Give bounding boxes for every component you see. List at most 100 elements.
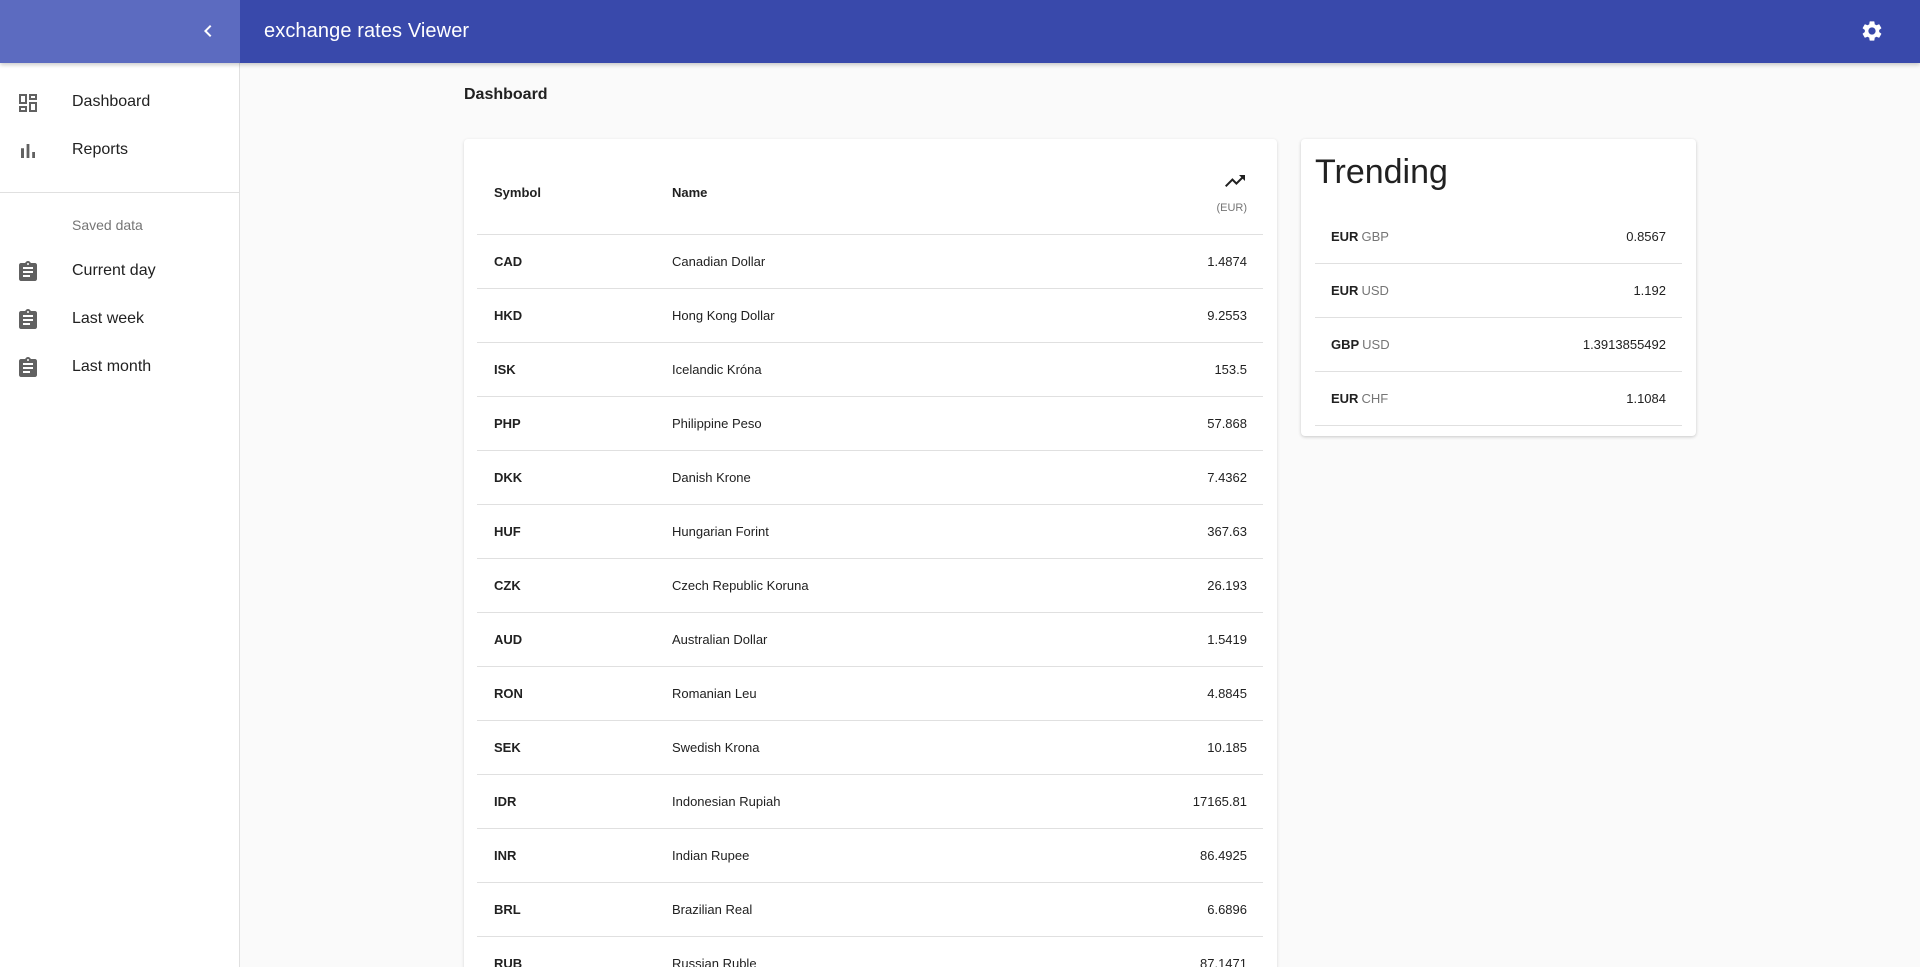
table-row[interactable]: AUD Australian Dollar 1.5419 xyxy=(477,613,1263,667)
cell-name: Hong Kong Dollar xyxy=(672,308,775,323)
page-title: Dashboard xyxy=(464,86,548,103)
trending-pair-row[interactable]: GBP USD 1.3913855492 xyxy=(1315,318,1682,372)
sidebar-item-label: Dashboard xyxy=(72,93,151,110)
cell-rate: 57.868 xyxy=(1207,416,1247,431)
cell-symbol: PHP xyxy=(494,416,521,431)
cell-name: Swedish Krona xyxy=(672,740,760,755)
sidebar-item-label: Current day xyxy=(72,262,156,279)
cell-name: Danish Krone xyxy=(672,470,751,485)
clipboard-icon xyxy=(16,356,40,380)
cell-name: Romanian Leu xyxy=(672,686,757,701)
cell-rate: 153.5 xyxy=(1214,362,1247,377)
table-row[interactable]: DKK Danish Krone 7.4362 xyxy=(477,451,1263,505)
cell-rate: 1.5419 xyxy=(1207,632,1247,647)
column-header-symbol[interactable]: Symbol xyxy=(494,185,541,200)
sidebar-item-last-week[interactable]: Last week xyxy=(0,296,240,344)
cell-name: Australian Dollar xyxy=(672,632,768,647)
dashboard-icon xyxy=(16,91,40,115)
pair-value: 1.1084 xyxy=(1626,391,1666,406)
cell-symbol: HUF xyxy=(494,524,521,539)
sidebar-item-reports[interactable]: Reports xyxy=(0,127,240,175)
pair-base: EUR xyxy=(1331,283,1359,298)
cell-symbol: INR xyxy=(494,848,517,863)
currency-pair: EUR CHF xyxy=(1331,391,1388,406)
cell-rate: 10.185 xyxy=(1207,740,1247,755)
table-row[interactable]: INR Indian Rupee 86.4925 xyxy=(477,829,1263,883)
cell-symbol: ISK xyxy=(494,362,516,377)
table-row[interactable]: CAD Canadian Dollar 1.4874 xyxy=(477,235,1263,289)
cell-rate: 1.4874 xyxy=(1207,254,1247,269)
sidebar-item-current-day[interactable]: Current day xyxy=(0,248,240,296)
sidebar-item-label: Reports xyxy=(72,141,129,158)
table-row[interactable]: CZK Czech Republic Koruna 26.193 xyxy=(477,559,1263,613)
pair-quote: USD xyxy=(1362,337,1390,352)
sidebar-divider xyxy=(0,192,240,193)
pair-quote: CHF xyxy=(1361,391,1389,406)
pair-base: EUR xyxy=(1331,391,1359,406)
table-row[interactable]: ISK Icelandic Króna 153.5 xyxy=(477,343,1263,397)
bar-chart-icon xyxy=(16,139,40,163)
cell-name: Icelandic Króna xyxy=(672,362,762,377)
gear-icon[interactable] xyxy=(1860,19,1884,43)
cell-rate: 87.1471 xyxy=(1200,956,1247,967)
cell-rate: 4.8845 xyxy=(1207,686,1247,701)
table-row[interactable]: HUF Hungarian Forint 367.63 xyxy=(477,505,1263,559)
trending-pair-row[interactable]: EUR GBP 0.8567 xyxy=(1315,210,1682,264)
cell-rate: 6.6896 xyxy=(1207,902,1247,917)
pair-value: 1.192 xyxy=(1633,283,1666,298)
trending-title: Trending xyxy=(1315,153,1448,191)
cell-symbol: RUB xyxy=(494,956,523,967)
cell-rate: 86.4925 xyxy=(1200,848,1247,863)
cell-symbol: HKD xyxy=(494,308,523,323)
cell-name: Czech Republic Koruna xyxy=(672,578,809,593)
cell-symbol: DKK xyxy=(494,470,523,485)
cell-rate: 17165.81 xyxy=(1192,794,1247,809)
table-row[interactable]: BRL Brazilian Real 6.6896 xyxy=(477,883,1263,937)
cell-rate: 26.193 xyxy=(1207,578,1247,593)
pair-value: 1.3913855492 xyxy=(1582,337,1666,352)
cell-symbol: RON xyxy=(494,686,523,701)
trending-pair-row[interactable]: EUR USD 1.192 xyxy=(1315,264,1682,318)
cell-rate: 9.2553 xyxy=(1207,308,1247,323)
cell-name: Brazilian Real xyxy=(672,902,753,917)
clipboard-icon xyxy=(16,260,40,284)
column-header-name[interactable]: Name xyxy=(672,185,707,200)
pair-quote: USD xyxy=(1361,283,1389,298)
currency-pair: GBP USD xyxy=(1331,337,1390,352)
sidebar: Dashboard Reports Saved data Current day… xyxy=(0,63,240,967)
cell-name: Russian Ruble xyxy=(672,956,757,967)
cell-symbol: SEK xyxy=(494,740,521,755)
cell-symbol: AUD xyxy=(494,632,523,647)
cell-symbol: CZK xyxy=(494,578,521,593)
chevron-left-icon[interactable] xyxy=(196,19,220,43)
rates-table-card: Symbol Name (EUR) CAD Canadian Dollar 1.48… xyxy=(464,139,1277,967)
currency-pair: EUR USD xyxy=(1331,283,1389,298)
cell-name: Philippine Peso xyxy=(672,416,762,431)
sidebar-item-label: Last week xyxy=(72,310,145,327)
clipboard-icon xyxy=(16,308,40,332)
trending-pair-row[interactable]: EUR CHF 1.1084 xyxy=(1315,372,1682,426)
rate-currency-label: (EUR) xyxy=(1216,202,1247,214)
cell-symbol: IDR xyxy=(494,794,517,809)
sidebar-item-dashboard[interactable]: Dashboard xyxy=(0,79,240,127)
cell-symbol: BRL xyxy=(494,902,521,917)
table-row[interactable]: HKD Hong Kong Dollar 9.2553 xyxy=(477,289,1263,343)
app-title: exchange rates Viewer xyxy=(264,20,470,42)
table-row[interactable]: SEK Swedish Krona 10.185 xyxy=(477,721,1263,775)
table-header: Symbol Name (EUR) xyxy=(477,139,1263,235)
cell-name: Indian Rupee xyxy=(672,848,750,863)
pair-quote: GBP xyxy=(1361,229,1389,244)
pair-base: EUR xyxy=(1331,229,1359,244)
cell-name: Hungarian Forint xyxy=(672,524,769,539)
trending-card: Trending EUR GBP 0.8567 EUR USD 1.192 GBP USD 1.… xyxy=(1301,139,1696,436)
cell-name: Indonesian Rupiah xyxy=(672,794,781,809)
table-row[interactable]: PHP Philippine Peso 57.868 xyxy=(477,397,1263,451)
appbar-drawer-header xyxy=(0,0,240,63)
table-row[interactable]: IDR Indonesian Rupiah 17165.81 xyxy=(477,775,1263,829)
cell-name: Canadian Dollar xyxy=(672,254,766,269)
table-row[interactable]: RON Romanian Leu 4.8845 xyxy=(477,667,1263,721)
app-bar: exchange rates Viewer xyxy=(0,0,1920,63)
trending-up-icon[interactable] xyxy=(1223,169,1247,193)
table-row[interactable]: RUB Russian Ruble 87.1471 xyxy=(477,937,1263,967)
sidebar-item-last-month[interactable]: Last month xyxy=(0,344,240,392)
